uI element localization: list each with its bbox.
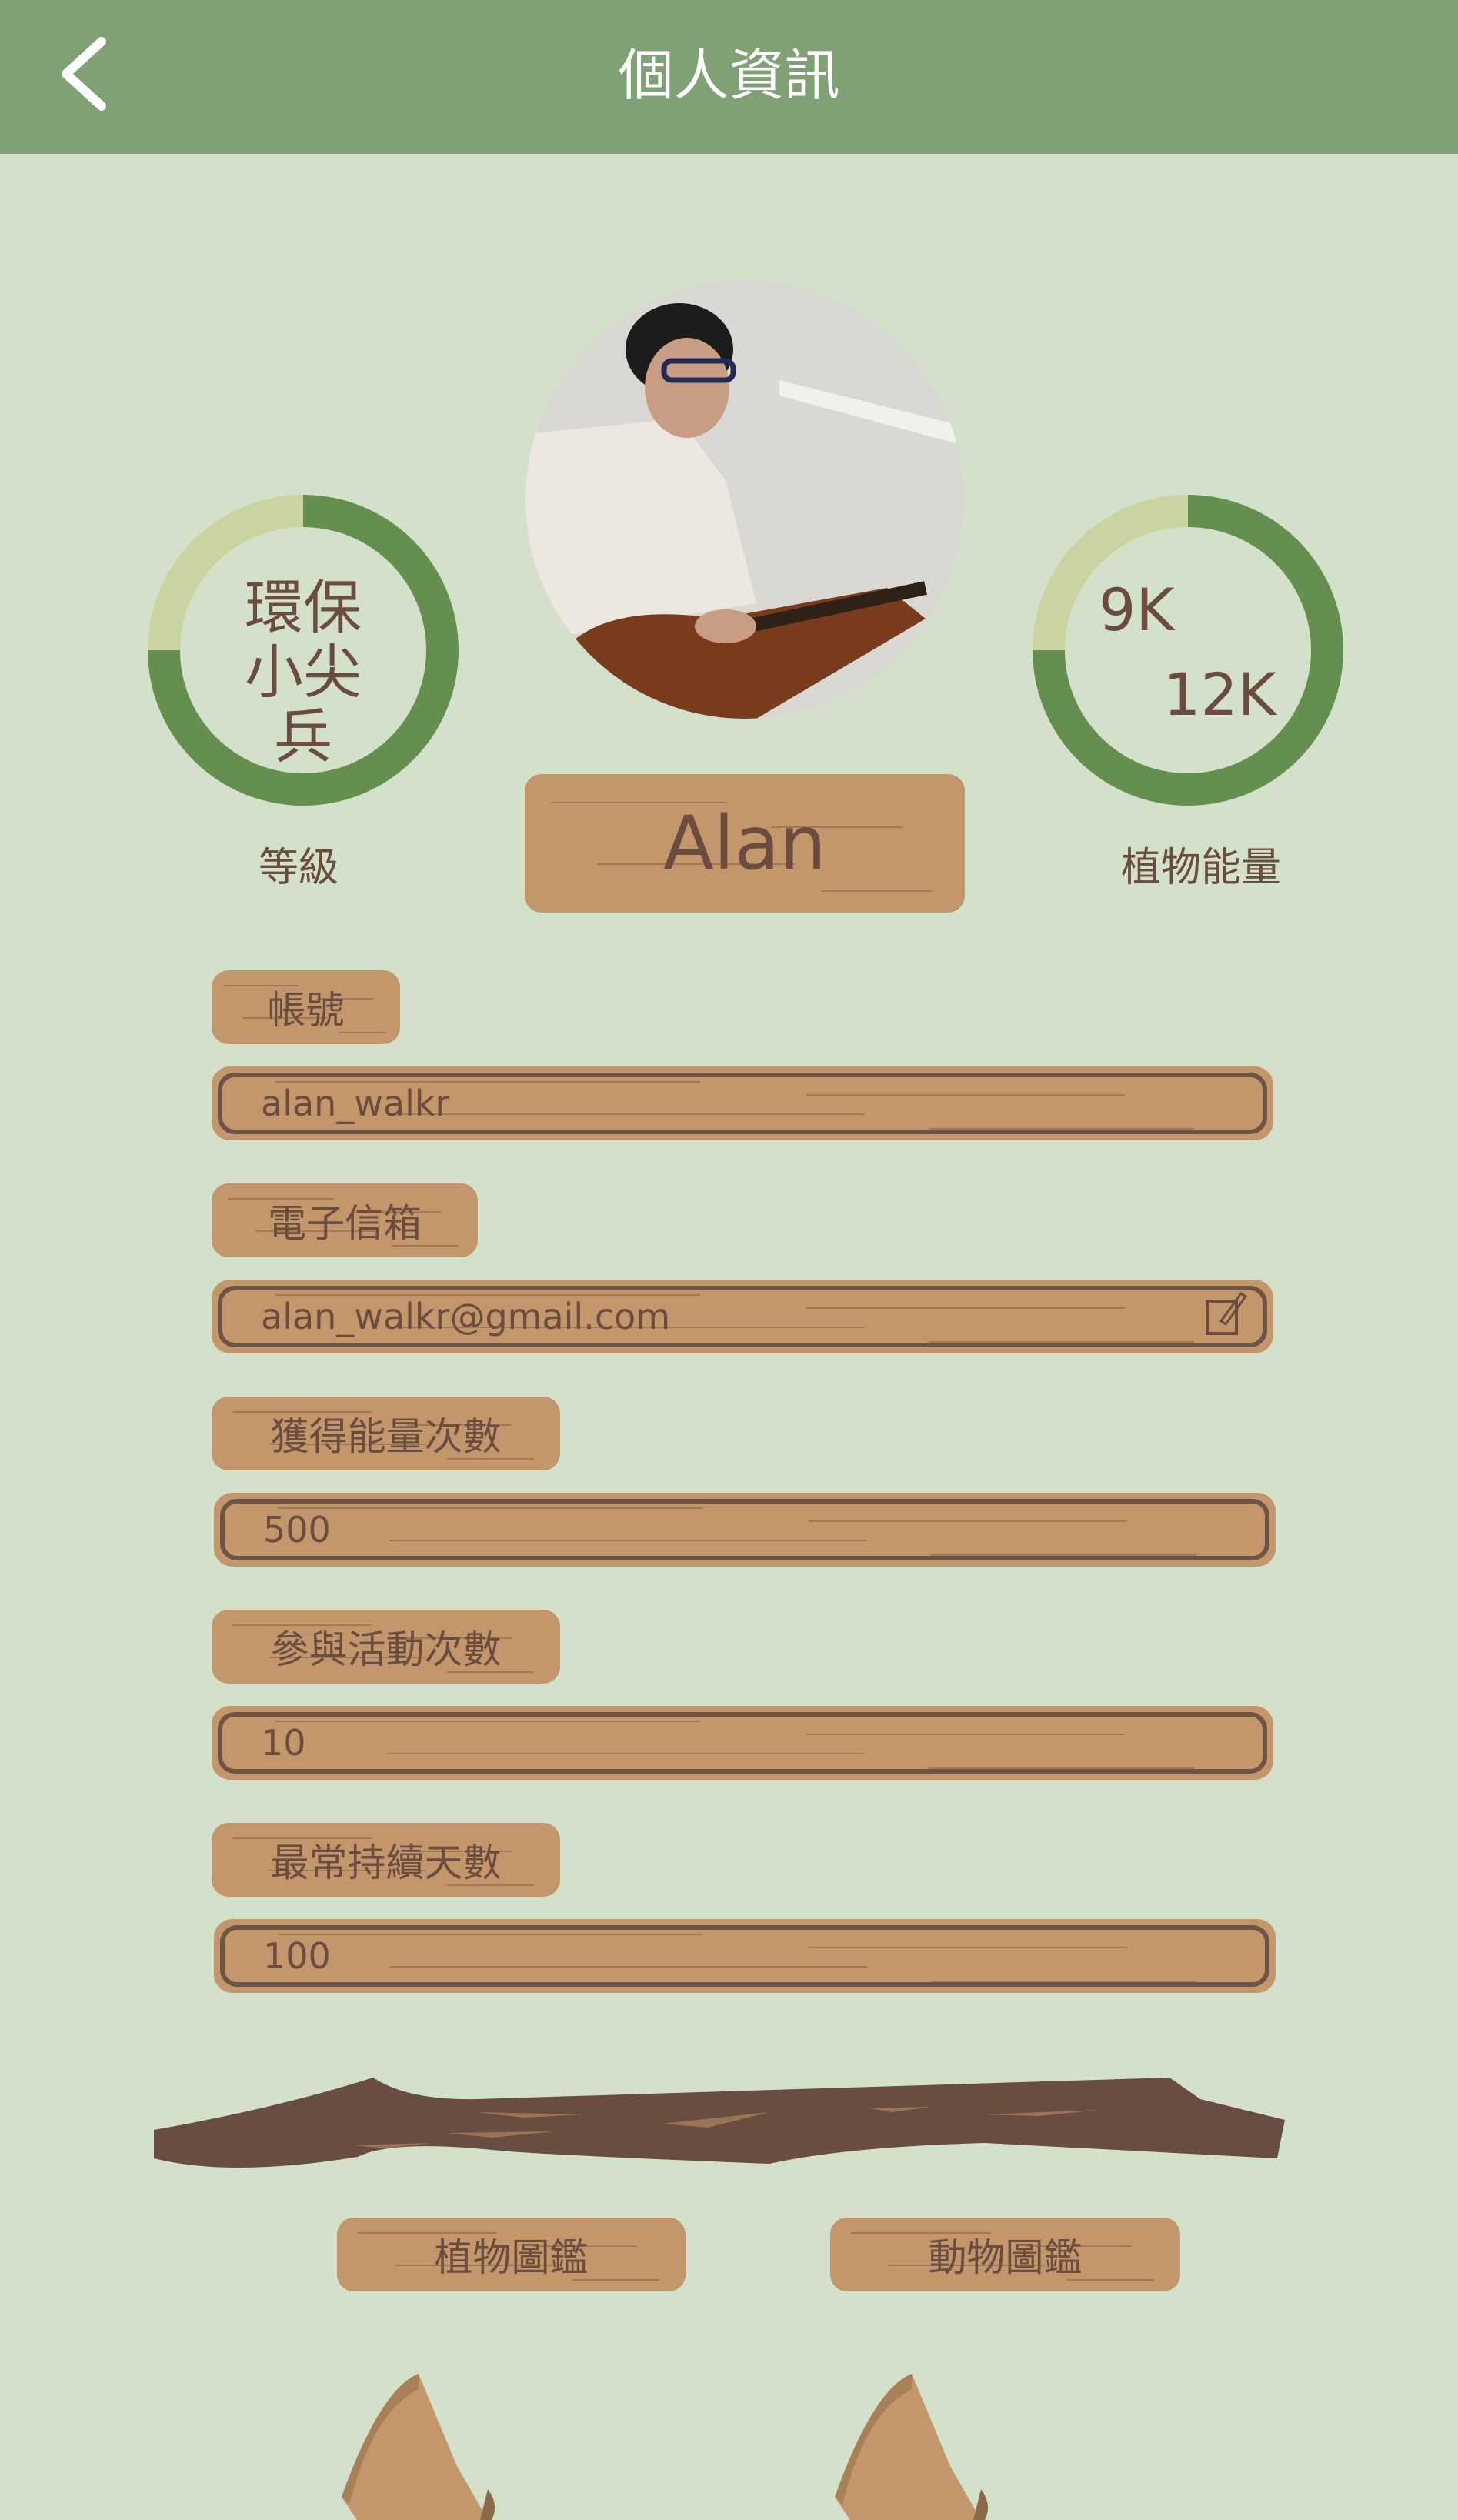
edit-icon[interactable] bbox=[1204, 1290, 1247, 1337]
profile-photo bbox=[525, 280, 964, 719]
plant-guide-button[interactable]: 植物圖鑑 bbox=[337, 2218, 686, 2291]
chevron-left-icon bbox=[62, 37, 106, 111]
account-field[interactable]: alan_walkr bbox=[212, 1066, 1273, 1140]
streak-days-label: 最常持續天數 bbox=[212, 1823, 560, 1897]
account-label: 帳號 bbox=[212, 970, 400, 1044]
energy-count-field: 500 bbox=[214, 1493, 1276, 1567]
animal-guide-button[interactable]: 動物圖鑑 bbox=[830, 2218, 1180, 2291]
activity-count-field: 10 bbox=[212, 1706, 1273, 1780]
streak-days-field: 100 bbox=[214, 1919, 1276, 1993]
activity-count-value: 10 bbox=[218, 1712, 1267, 1774]
log-decoration-left bbox=[342, 2374, 495, 2520]
energy-ring: 9K 12K bbox=[1033, 495, 1343, 806]
energy-count-value: 500 bbox=[220, 1499, 1269, 1560]
email-field[interactable]: alan_walkr@gmail.com bbox=[212, 1280, 1273, 1353]
energy-count-label: 獲得能量次數 bbox=[212, 1397, 560, 1470]
app-header: 個人資訊 bbox=[0, 0, 1458, 154]
level-title-line1: 環保 bbox=[245, 573, 362, 642]
branch-divider bbox=[154, 2078, 1285, 2168]
activity-count-label: 參與活動次數 bbox=[212, 1610, 560, 1684]
page-title: 個人資訊 bbox=[618, 43, 840, 108]
energy-label: 植物能量 bbox=[1120, 845, 1281, 891]
level-title-line2: 小尖兵 bbox=[245, 638, 362, 771]
energy-current: 9K bbox=[1099, 576, 1175, 644]
email-value: alan_walkr@gmail.com bbox=[218, 1286, 1267, 1347]
streak-days-value: 100 bbox=[220, 1925, 1269, 1987]
username-plank: Alan bbox=[525, 774, 965, 913]
log-decoration-right bbox=[835, 2374, 988, 2520]
account-value: alan_walkr bbox=[218, 1073, 1267, 1134]
level-ring: 環保 小尖兵 bbox=[148, 495, 459, 806]
avatar[interactable] bbox=[525, 280, 964, 719]
level-label: 等級 bbox=[258, 845, 339, 891]
energy-max: 12K bbox=[1163, 660, 1276, 729]
back-button[interactable] bbox=[54, 37, 123, 111]
email-label: 電子信箱 bbox=[212, 1183, 478, 1257]
